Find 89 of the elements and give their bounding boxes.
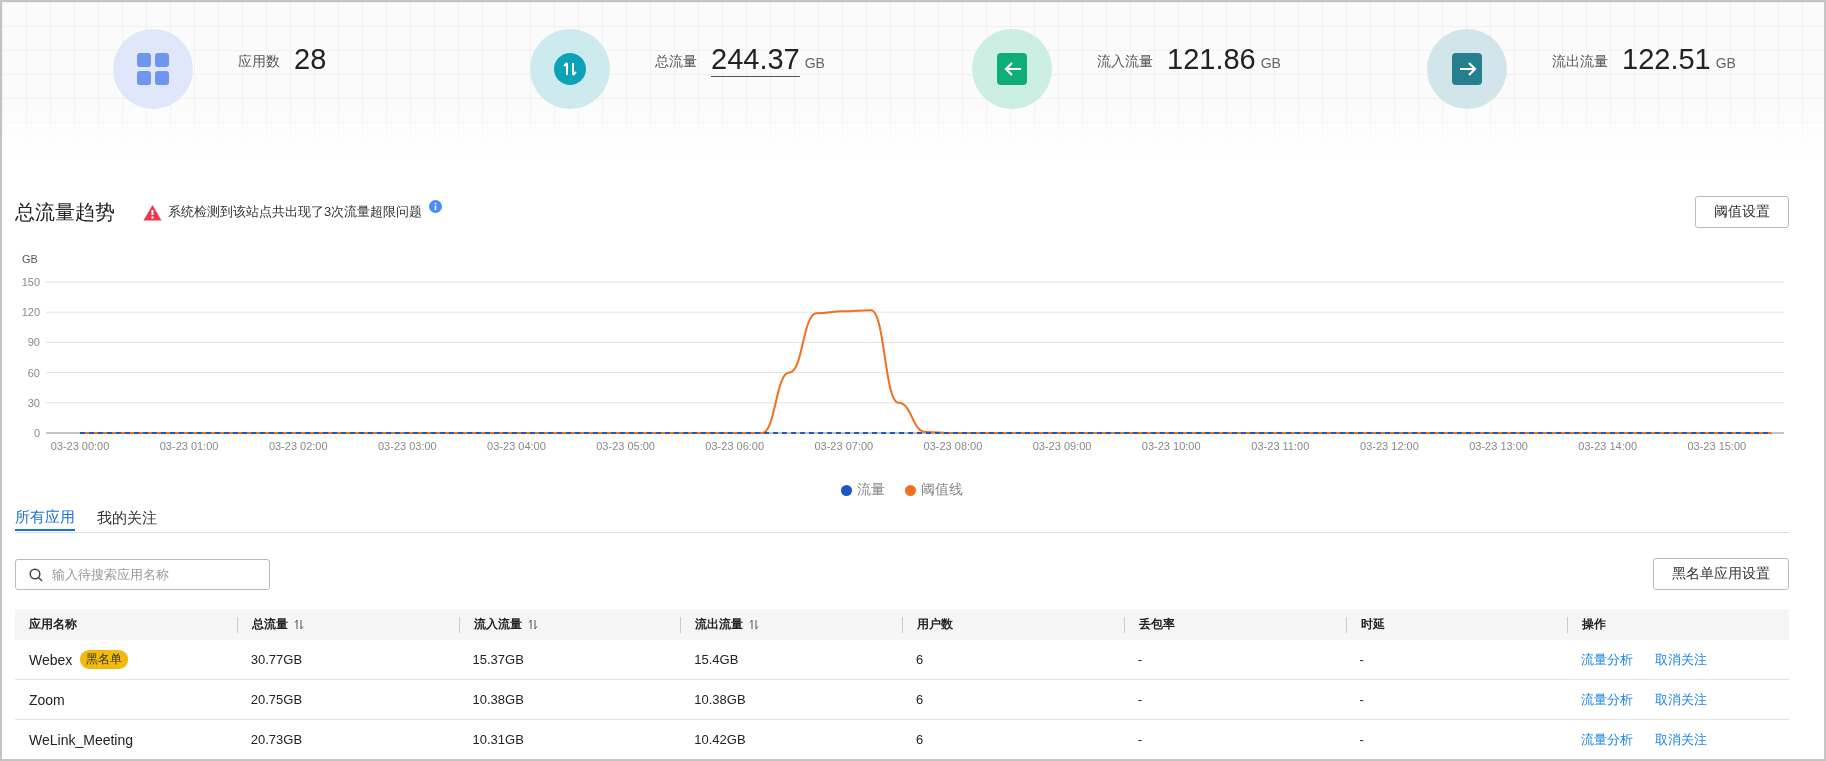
table-cell: -: [1359, 732, 1364, 747]
arrow-in-icon: [995, 52, 1029, 86]
x-tick-label: 03-23 00:00: [50, 440, 110, 452]
stat-value: 121.86: [1167, 42, 1256, 76]
threshold-settings-button[interactable]: 阈值设置: [1695, 196, 1789, 228]
stat-value: 122.51: [1622, 42, 1711, 76]
column-header: 操作: [1582, 616, 1607, 633]
search-icon: [29, 567, 43, 582]
stat-unit: GB: [1260, 55, 1281, 71]
column-header: 流出流量: [695, 616, 744, 633]
table-cell: -: [1137, 652, 1143, 667]
x-tick-label: 03-23 08:00: [923, 440, 983, 452]
table-cell: 30.77GB: [250, 652, 303, 667]
stat-label: 总流量: [655, 53, 697, 71]
y-tick-label: 120: [21, 306, 40, 319]
table-cell: 6: [916, 732, 924, 747]
stat-label: 流出流量: [1552, 53, 1608, 71]
arrow-out-icon: [1450, 52, 1484, 86]
x-tick-label: 03-23 03:00: [378, 440, 437, 452]
stat-value-link[interactable]: 244.37: [711, 42, 800, 77]
axis-unit: GB: [22, 253, 38, 265]
action-link[interactable]: 流量分析: [1581, 650, 1634, 669]
sort-icon: [749, 619, 760, 630]
warning-icon: [143, 203, 162, 221]
table-cell: WeLink_Meeting: [29, 731, 134, 748]
table-cell: 20.73GB: [250, 732, 303, 747]
x-tick-label: 03-23 10:00: [1141, 440, 1201, 452]
section-title: 总流量趋势: [15, 199, 115, 225]
table-cell: -: [1137, 732, 1143, 747]
table-cell: 20.75GB: [250, 692, 303, 707]
column-header: 应用名称: [29, 616, 77, 633]
table-cell: 6: [916, 652, 924, 667]
table-cell: 6: [916, 692, 924, 707]
blacklist-settings-button[interactable]: 黑名单应用设置: [1653, 558, 1789, 590]
action-link[interactable]: 取消关注: [1655, 650, 1708, 669]
table-cell: Zoom: [29, 691, 65, 708]
table-cell: -: [1137, 692, 1143, 707]
action-link[interactable]: 取消关注: [1655, 730, 1708, 749]
x-tick-label: 03-23 07:00: [814, 440, 874, 452]
x-tick-label: 03-23 11:00: [1251, 440, 1310, 452]
y-tick-label: 60: [27, 366, 40, 379]
stat-unit: GB: [1715, 55, 1736, 71]
action-link[interactable]: 取消关注: [1655, 690, 1708, 709]
x-tick-label: 03-23 14:00: [1578, 440, 1638, 452]
table-cell: 15.4GB: [694, 652, 739, 667]
x-tick-label: 03-23 13:00: [1469, 440, 1528, 452]
search-field[interactable]: 输入待搜索应用名称: [15, 558, 270, 590]
column-header: 流入流量: [473, 616, 522, 633]
stat-value: 28: [294, 42, 327, 76]
table-cell: 10.42GB: [694, 732, 746, 747]
blacklist-tag: 黑名单: [80, 650, 129, 669]
legend-label: 流量: [857, 481, 885, 499]
info-icon: [429, 199, 443, 213]
column-header: 丢包率: [1138, 616, 1175, 633]
y-tick-label: 0: [33, 427, 40, 439]
action-link[interactable]: 流量分析: [1581, 730, 1634, 749]
x-tick-label: 03-23 06:00: [705, 440, 765, 452]
table-cell: 10.38GB: [694, 692, 746, 707]
x-tick-label: 03-23 12:00: [1360, 440, 1419, 452]
table-cell: 15.37GB: [472, 652, 524, 667]
x-tick-label: 03-23 09:00: [1032, 440, 1092, 452]
legend-label: 阈值线: [921, 481, 963, 499]
y-tick-label: 30: [27, 396, 40, 409]
table-cell: Webex: [29, 651, 73, 668]
x-tick-label: 03-23 04:00: [487, 440, 546, 452]
column-header: 总流量: [251, 616, 288, 633]
table-cell: -: [1359, 652, 1364, 667]
tab[interactable]: 我的关注: [97, 505, 157, 531]
y-tick-label: 90: [27, 336, 40, 349]
action-link[interactable]: 流量分析: [1581, 690, 1634, 709]
x-tick-label: 03-23 01:00: [159, 440, 219, 452]
x-tick-label: 03-23 05:00: [596, 440, 655, 452]
column-header: 用户数: [917, 616, 953, 633]
sort-icon: [527, 619, 538, 630]
alert-message: 系统检测到该站点共出现了3次流量超限问题: [168, 203, 423, 221]
column-header: 时延: [1360, 616, 1385, 633]
x-tick-label: 03-23 15:00: [1687, 440, 1747, 452]
grid-icon: [136, 52, 170, 86]
table-cell: 10.31GB: [472, 732, 524, 747]
x-tick-label: 03-23 02:00: [268, 440, 328, 452]
stat-label: 流入流量: [1097, 53, 1153, 71]
tab[interactable]: 所有应用: [15, 505, 75, 531]
stat-unit: GB: [804, 55, 825, 71]
y-tick-label: 150: [21, 276, 40, 288]
table-cell: -: [1359, 692, 1364, 707]
stat-label: 应用数: [238, 53, 280, 71]
table-cell: 10.38GB: [472, 692, 524, 707]
sort-icon: [293, 619, 304, 630]
swap-arrows-icon: [553, 52, 587, 86]
